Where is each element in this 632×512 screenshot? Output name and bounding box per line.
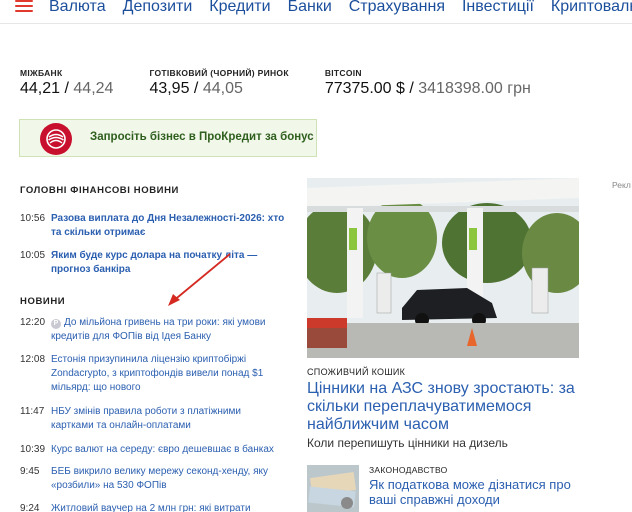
- rate-usd: 77375.00 $: [324, 80, 405, 97]
- rate-bitcoin[interactable]: Bitcoin 77375.00 $ / 3418398.00 грн: [325, 68, 531, 98]
- nav-item-crypto[interactable]: Криптовалюта: [551, 0, 632, 17]
- list-item[interactable]: 10:39 Курс валют на середу: євро дешевша…: [20, 443, 285, 457]
- procredit-banner[interactable]: Запросіть бізнес в ПроКредит за бонус: [19, 119, 317, 157]
- second-news-headline[interactable]: Як податкова може дізнатися про ваші спр…: [369, 477, 589, 507]
- rate-interbank[interactable]: Міжбанк 44,21 / 44,24: [20, 68, 113, 98]
- exchange-rates: Міжбанк 44,21 / 44,24 Готівковий (чорний…: [20, 68, 567, 98]
- list-item[interactable]: 9:45 БЕБ викрило велику мережу секонд-хе…: [20, 465, 285, 493]
- rate-title: Готівковий (чорний) ринок: [149, 68, 289, 78]
- rate-sell: 44,05: [202, 80, 243, 97]
- news-title[interactable]: БЕБ викрило велику мережу секонд-хенду, …: [51, 465, 285, 493]
- nav-item-banks[interactable]: Банки: [288, 0, 332, 17]
- rate-separator: /: [60, 80, 74, 97]
- annotation-arrow-icon: [168, 253, 231, 306]
- news-time: 9:45: [20, 466, 40, 477]
- news-title[interactable]: Житловий ваучер на 2 млн грн: які витрат…: [51, 502, 251, 512]
- top-navigation: Валюта Депозити Кредити Банки Страхуванн…: [0, 0, 632, 24]
- nav-items: Валюта Депозити Кредити Банки Страхуванн…: [49, 0, 632, 17]
- list-item[interactable]: 12:08 Естонія призупинила ліцензію крипт…: [20, 353, 285, 395]
- hamburger-menu-icon[interactable]: [15, 0, 33, 14]
- list-item[interactable]: 9:24 Житловий ваучер на 2 млн грн: які в…: [20, 502, 285, 512]
- ad-label: Рекл: [612, 180, 631, 190]
- news-heading: Новини: [20, 296, 66, 307]
- rate-title: Міжбанк: [20, 68, 63, 78]
- procredit-logo-icon: [40, 123, 72, 155]
- featured-image[interactable]: [307, 178, 579, 358]
- list-item[interactable]: 11:47 НБУ змінів правила роботи з платіж…: [20, 405, 285, 433]
- featured-category[interactable]: Споживчий кошик: [307, 367, 405, 377]
- rate-separator: /: [189, 80, 203, 97]
- news-time: 11:47: [20, 406, 45, 417]
- banner-text: Запросіть бізнес в ПроКредит за бонус: [90, 131, 314, 143]
- nav-item-investments[interactable]: Інвестиції: [462, 0, 534, 17]
- featured-subline: Коли перепишуть цінники на дизель: [307, 436, 508, 450]
- news-title[interactable]: Естонія призупинила ліцензію криптобіржі…: [51, 353, 285, 395]
- list-item[interactable]: 12:20 P До мільйона гривень на три роки: …: [20, 316, 285, 344]
- rate-uah: 3418398.00 грн: [418, 80, 531, 97]
- news-time: 12:08: [20, 354, 46, 365]
- news-time: 10:56: [20, 213, 46, 224]
- list-item[interactable]: 10:05 Яким буде курс долара на початку л…: [20, 249, 285, 277]
- rate-buy: 44,21: [20, 80, 61, 97]
- news-time: 9:24: [20, 503, 40, 512]
- nav-item-credits[interactable]: Кредити: [209, 0, 270, 17]
- news-title[interactable]: Разова виплата до Дня Незалежності-2026:…: [51, 212, 285, 240]
- nav-item-currency[interactable]: Валюта: [49, 0, 106, 17]
- nav-item-deposits[interactable]: Депозити: [123, 0, 193, 17]
- news-time: 10:39: [20, 444, 46, 455]
- nav-item-insurance[interactable]: Страхування: [349, 0, 445, 17]
- rate-separator: /: [404, 80, 419, 97]
- news-time: 10:05: [20, 250, 46, 261]
- second-news-category[interactable]: Законодавство: [369, 465, 448, 475]
- list-item[interactable]: 10:56 Разова виплата до Дня Незалежності…: [20, 212, 285, 240]
- news-title[interactable]: Курс валют на середу: євро дешевшає в ба…: [51, 443, 274, 457]
- featured-headline[interactable]: Цінники на АЗС знову зростають: за скіль…: [307, 380, 577, 434]
- news-time: 12:20: [20, 317, 46, 328]
- promo-badge-icon: P: [51, 319, 61, 329]
- rate-buy: 43,95: [149, 80, 190, 97]
- rate-sell: 44,24: [73, 80, 114, 97]
- second-news-thumbnail[interactable]: [307, 465, 359, 512]
- rate-cash-market[interactable]: Готівковий (чорний) ринок 43,95 / 44,05: [149, 68, 288, 98]
- rate-title: Bitcoin: [324, 68, 362, 78]
- news-title: До мільйона гривень на три роки: які умо…: [51, 317, 266, 342]
- news-title[interactable]: НБУ змінів правила роботи з платіжними к…: [51, 405, 285, 433]
- main-news-heading: Головні фінансові новини: [20, 185, 179, 196]
